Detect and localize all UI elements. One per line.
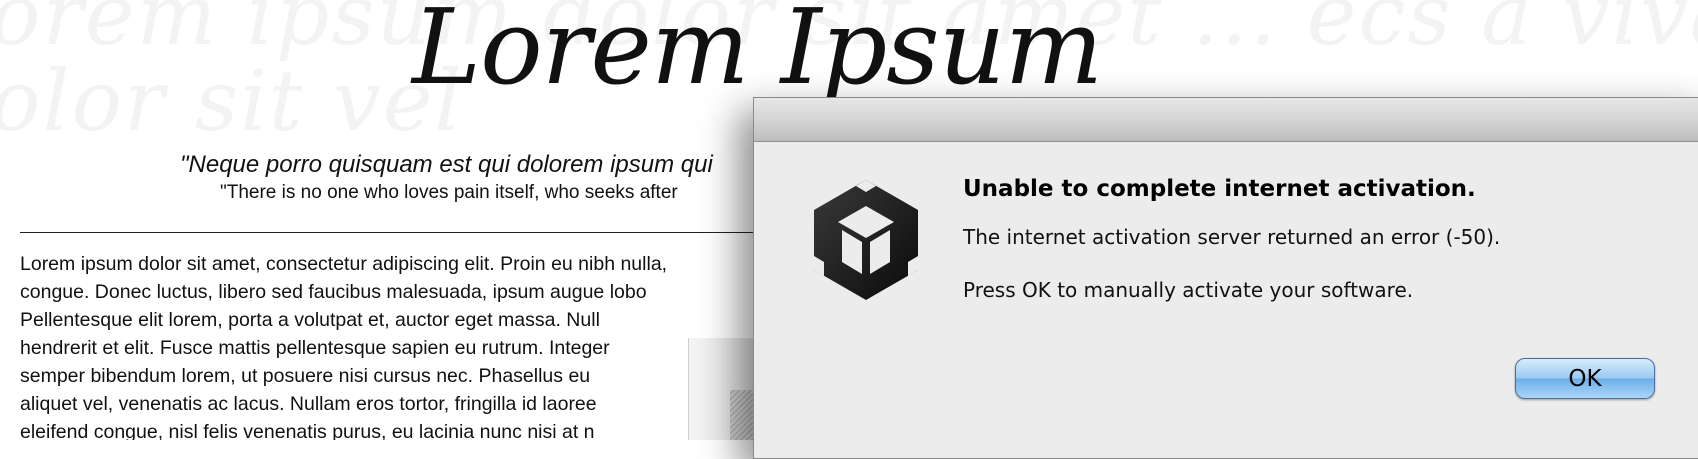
dialog-error-message: The internet activation server returned … bbox=[963, 225, 1501, 249]
dialog-title: Unable to complete internet activation. bbox=[963, 176, 1476, 202]
english-quote: "There is no one who loves pain itself, … bbox=[220, 182, 678, 203]
activation-error-dialog: Unable to complete internet activation. … bbox=[753, 97, 1698, 459]
latin-quote: "Neque porro quisquam est qui dolorem ip… bbox=[180, 151, 713, 178]
horizontal-divider bbox=[20, 232, 780, 233]
dialog-instruction: Press OK to manually activate your softw… bbox=[963, 278, 1414, 302]
unity-logo-icon bbox=[814, 180, 918, 300]
dialog-titlebar[interactable] bbox=[754, 98, 1698, 142]
site-logo-title: Lorem Ipsum bbox=[412, 0, 1103, 108]
ok-button[interactable]: OK bbox=[1515, 358, 1655, 399]
